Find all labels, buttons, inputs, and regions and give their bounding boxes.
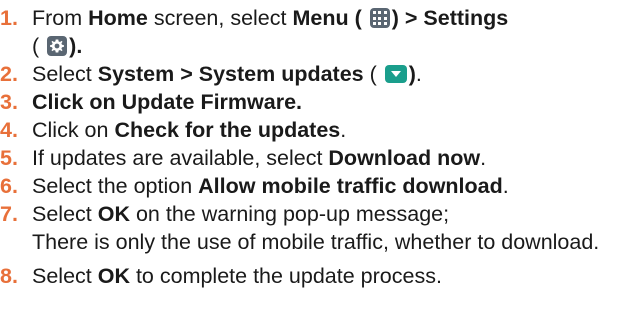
step-number: 5. — [0, 146, 18, 170]
step-number: 2. — [0, 62, 18, 86]
gear-icon — [47, 36, 68, 56]
ok-label: OK — [97, 202, 130, 226]
allow-mobile-traffic-label: Allow mobile traffic download — [198, 174, 503, 198]
step-number: 4. — [0, 118, 18, 142]
step-4: 4. Click on Check for the updates. — [0, 117, 627, 143]
step-number: 7. — [0, 202, 18, 226]
check-updates-label: Check for the updates — [114, 118, 341, 142]
step-text: Select — [32, 264, 98, 288]
step-text: Select the option — [32, 174, 199, 198]
step-number: 3. — [0, 90, 18, 114]
step-text: to complete the update process. — [129, 264, 442, 288]
settings-label: ) > Settings — [391, 6, 509, 30]
paren-close: ) — [408, 62, 416, 86]
system-update-icon — [384, 65, 407, 83]
step-text: on the warning pop-up message; — [129, 202, 450, 226]
menu-icon — [369, 8, 390, 28]
step-text: . — [502, 174, 509, 198]
update-firmware-label: Click on Update Firmware. — [32, 90, 303, 114]
paren-close: ). — [69, 34, 83, 58]
system-updates-label: System > System updates — [97, 62, 364, 86]
step-3: 3. Click on Update Firmware. — [0, 89, 627, 115]
menu-label: Menu — [292, 6, 349, 30]
step-8: 8. Select OK to complete the update proc… — [0, 263, 627, 289]
step-text: . — [415, 62, 422, 86]
paren-open: ( — [348, 6, 362, 30]
step-text: If updates are available, select — [32, 146, 329, 170]
step-7: 7. Select OK on the warning pop-up messa… — [0, 201, 627, 227]
paren-open: ( — [363, 62, 377, 86]
step-number: 8. — [0, 264, 18, 288]
step-text: . — [340, 118, 347, 142]
step-number: 6. — [0, 174, 18, 198]
download-now-label: Download now — [328, 146, 481, 170]
step-number: 1. — [0, 6, 18, 30]
ok-label: OK — [97, 264, 130, 288]
step-text: . — [480, 146, 487, 170]
step-5: 5. If updates are available, select Down… — [0, 145, 627, 171]
step-6: 6. Select the option Allow mobile traffi… — [0, 173, 627, 199]
paren-open: ( — [32, 34, 40, 58]
home-label: Home — [88, 6, 148, 30]
step-1: 1. From Home screen, select Menu ( ) > S… — [0, 5, 627, 31]
step-text: From — [32, 6, 89, 30]
step-1-continued: ( ). — [0, 33, 627, 59]
step-text: Select — [32, 202, 98, 226]
step-text: Click on — [32, 118, 115, 142]
step-text: Select — [32, 62, 98, 86]
step-2: 2. Select System > System updates ( ). — [0, 61, 627, 87]
step-text: There is only the use of mobile traffic,… — [32, 230, 600, 254]
step-text: screen, select — [147, 6, 293, 30]
instruction-document: 1. From Home screen, select Menu ( ) > S… — [0, 0, 627, 336]
step-7-continued: There is only the use of mobile traffic,… — [0, 229, 627, 255]
